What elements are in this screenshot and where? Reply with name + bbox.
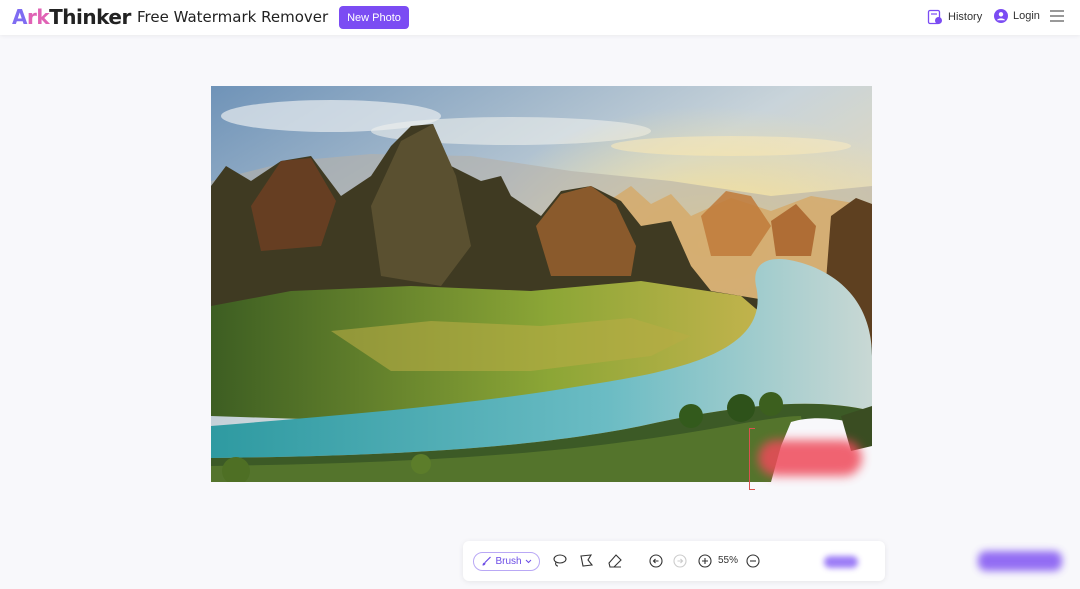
login-label: Login — [1013, 10, 1040, 22]
history-icon — [927, 9, 942, 25]
logo-letter-a: A — [12, 5, 27, 29]
chevron-down-icon — [525, 559, 531, 564]
user-icon — [994, 9, 1008, 23]
arkthinker-logo[interactable]: Ark Thinker — [12, 5, 131, 29]
polygon-lasso-icon[interactable] — [579, 553, 595, 569]
redo-icon[interactable] — [672, 553, 688, 569]
brush-label: Brush — [495, 556, 522, 567]
selection-bracket — [749, 428, 755, 490]
menu-icon[interactable] — [1050, 10, 1064, 24]
edit-toolbar: Brush 55% — [463, 541, 885, 581]
logo-word-thinker: Thinker — [49, 5, 131, 29]
lasso-icon[interactable] — [552, 553, 568, 569]
login-button[interactable]: Login — [994, 9, 1040, 23]
undo-icon[interactable] — [648, 553, 664, 569]
history-label: History — [948, 11, 983, 23]
new-photo-button[interactable]: New Photo — [339, 6, 409, 29]
zoom-out-icon[interactable] — [745, 553, 761, 569]
app-title: Free Watermark Remover — [137, 8, 329, 26]
top-bar: Ark Thinker Free Watermark Remover New Ph… — [0, 0, 1080, 35]
landscape-photo — [211, 86, 872, 482]
history-button[interactable]: History — [927, 9, 982, 25]
brush-mask — [758, 440, 862, 476]
logo-letters-rk: rk — [26, 5, 50, 29]
zoom-in-icon[interactable] — [697, 553, 713, 569]
brush-icon — [482, 556, 492, 566]
blurred-download-button[interactable] — [978, 551, 1062, 571]
brush-tool-button[interactable]: Brush — [473, 552, 540, 571]
eraser-icon[interactable] — [607, 553, 623, 569]
image-canvas[interactable] — [211, 86, 872, 482]
blurred-remove-button[interactable] — [824, 556, 858, 568]
zoom-level: 55% — [718, 555, 739, 566]
